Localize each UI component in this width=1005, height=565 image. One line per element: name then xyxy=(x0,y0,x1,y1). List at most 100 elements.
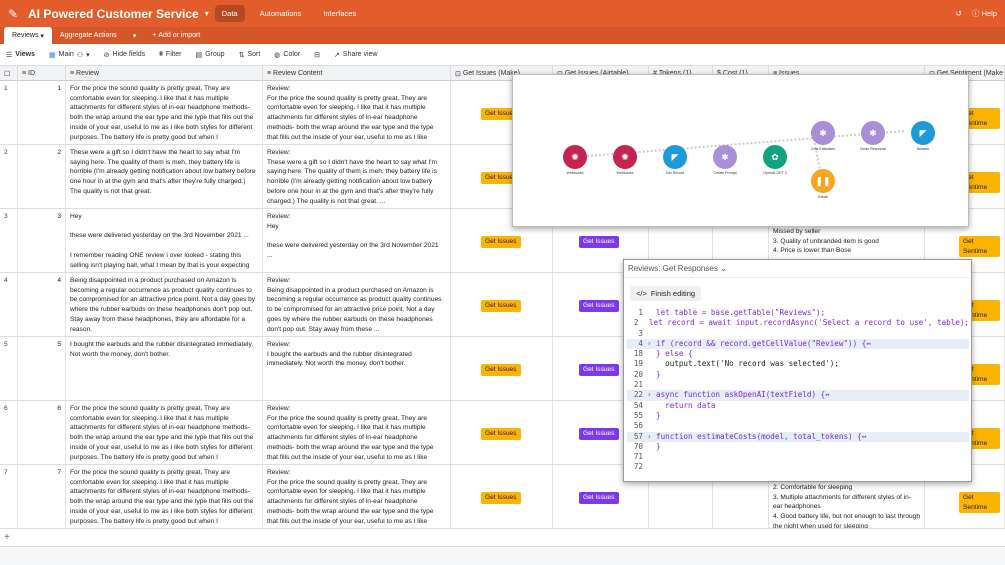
get-sentiment-button[interactable]: Get Sentime xyxy=(959,236,1000,258)
scenario-node-7[interactable]: ◤ xyxy=(911,121,935,145)
code-line[interactable]: 72 xyxy=(627,462,969,472)
fold-chevron-icon[interactable]: › xyxy=(647,339,656,349)
cell-id[interactable]: 2 xyxy=(18,145,66,208)
scenario-node-8[interactable]: ❚❚ xyxy=(811,169,835,193)
code-line[interactable]: 3 xyxy=(627,329,969,339)
chevron-down-icon[interactable]: ⌄ xyxy=(720,264,727,273)
cell-id[interactable]: 7 xyxy=(18,465,66,528)
code-line[interactable]: 55} xyxy=(627,411,969,421)
scenario-node-5[interactable]: ✱ xyxy=(811,121,835,145)
get-issues-make-button[interactable]: Get Issues xyxy=(481,428,521,440)
code-line[interactable]: 56 xyxy=(627,421,969,431)
scenario-node-2[interactable]: ◤ xyxy=(663,145,687,169)
get-issues-make-button[interactable]: Get Issues xyxy=(481,364,521,376)
code-line[interactable]: 70} xyxy=(627,442,969,452)
fold-chevron-icon[interactable]: › xyxy=(647,390,656,400)
share-view-button[interactable]: ↗ Share view xyxy=(334,51,378,59)
cell-id[interactable]: 4 xyxy=(18,273,66,336)
row-height-button[interactable]: ⊟ xyxy=(314,51,320,59)
make-scenario-canvas[interactable]: ✺ Webhooks ✺ Webhooks ◤ Get Record ✱ Create Pro… xyxy=(512,74,969,227)
cell-review[interactable]: Being disappointed in a product purchase… xyxy=(66,273,263,336)
cell-review[interactable]: Hey these were delivered yesterday on th… xyxy=(66,209,263,272)
code-line[interactable]: 20} xyxy=(627,370,969,380)
column-header-review[interactable]: ≡ Review xyxy=(66,66,263,81)
cell-id[interactable]: 3 xyxy=(18,209,66,272)
webhook-icon: ✺ xyxy=(621,151,629,162)
code-line[interactable]: 21 xyxy=(627,380,969,390)
cell-review-content[interactable]: Review: I bought the earbuds and the rubb… xyxy=(263,337,451,400)
code-editor[interactable]: 1 let table = base.getTable("Reviews"); 2 l… xyxy=(627,308,969,478)
color-button[interactable]: ◍ Color xyxy=(274,51,300,59)
cell-review-content[interactable]: Review: Being disappointed in a product p… xyxy=(263,273,451,336)
cell-review[interactable]: For the price the sound quality is prett… xyxy=(66,401,263,464)
scenario-node-4[interactable]: ✿ xyxy=(763,145,787,169)
scenario-node-label: Clean Response xyxy=(859,147,887,151)
chevron-down-icon[interactable]: ▾ xyxy=(205,9,209,18)
code-line[interactable]: 57 › function estimateCosts(model, total_t… xyxy=(627,431,969,442)
code-line[interactable]: 18} else { xyxy=(627,349,969,359)
view-toolbar: ☰ Views ▦ Main ⚇ ▾ ⊘ Hide fields ⩩ Filter ▤ Gro… xyxy=(0,44,1005,66)
table-tabs: Reviews ▾ Aggregate Actions ▾ + Add or i… xyxy=(0,27,1005,44)
filter-button[interactable]: ⩩ Filter xyxy=(159,51,181,59)
scenario-node-1[interactable]: ✺ xyxy=(613,145,637,169)
cell-review[interactable]: I bought the earbuds and the rubber disi… xyxy=(66,337,263,400)
table-tab-reviews[interactable]: Reviews ▾ xyxy=(4,27,52,44)
views-button[interactable]: ☰ Views xyxy=(6,51,35,59)
cell-id[interactable]: 5 xyxy=(18,337,66,400)
table-tab-aggregate-actions[interactable]: Aggregate Actions xyxy=(52,27,125,44)
hide-fields-button[interactable]: ⊘ Hide fields xyxy=(104,51,146,59)
cell-review[interactable]: For the price the sound quality is prett… xyxy=(66,465,263,528)
column-header-id[interactable]: ≡ ID xyxy=(18,66,66,81)
fold-chevron-icon xyxy=(647,380,656,390)
review-content-text: For the price the sound quality is prett… xyxy=(267,414,436,461)
cell-review-content[interactable]: Review: For the price the sound quality i… xyxy=(263,81,451,144)
help-button[interactable]: ⓘ Help xyxy=(972,8,997,19)
scenario-node-0[interactable]: ✺ xyxy=(563,145,587,169)
get-issues-make-button[interactable]: Get Issues xyxy=(481,492,521,504)
sort-button[interactable]: ⇅ Sort xyxy=(239,51,261,59)
cell-id[interactable]: 6 xyxy=(18,401,66,464)
code-line[interactable]: 54 return data xyxy=(627,401,969,411)
cell-review-content[interactable]: Review: Hey these were delivered yesterda… xyxy=(263,209,451,272)
nav-automations[interactable]: Automations xyxy=(253,5,309,22)
cell-review-content[interactable]: Review: For the price the sound quality i… xyxy=(263,401,451,464)
get-issues-airtable-button[interactable]: Get Issues xyxy=(579,300,619,312)
app-title[interactable]: AI Powered Customer Service xyxy=(28,7,199,21)
cell-review-content[interactable]: Review: For the price the sound quality i… xyxy=(263,465,451,528)
code-line[interactable]: 1 let table = base.getTable("Reviews"); xyxy=(627,308,969,318)
group-button[interactable]: ▤ Group xyxy=(195,51,224,59)
history-icon[interactable]: ↺ xyxy=(956,9,962,18)
app-logo-icon[interactable]: ✎ xyxy=(2,0,24,27)
code-line[interactable]: 19 output.text('No record was selected')… xyxy=(627,359,969,369)
get-issues-make-button[interactable]: Get Issues xyxy=(481,300,521,312)
get-issues-make-button[interactable]: Get Issues xyxy=(481,236,521,248)
get-issues-airtable-button[interactable]: Get Issues xyxy=(579,428,619,440)
code-line[interactable]: 2 let record = await input.recordAsync('S… xyxy=(627,318,969,328)
fold-chevron-icon xyxy=(647,462,656,472)
get-issues-airtable-button[interactable]: Get Issues xyxy=(579,364,619,376)
get-issues-airtable-button[interactable]: Get Issues xyxy=(579,492,619,504)
column-header-review-content[interactable]: ≡ Review Content xyxy=(263,66,451,81)
panel-header[interactable]: Reviews: Get Responses ⌄ xyxy=(624,260,971,278)
add-import-button[interactable]: + Add or import xyxy=(144,27,208,44)
code-line[interactable]: 71 xyxy=(627,452,969,462)
chevron-down-icon[interactable]: ▾ xyxy=(40,32,44,40)
fold-chevron-icon[interactable]: › xyxy=(647,432,656,442)
cell-review[interactable]: For the price the sound quality is prett… xyxy=(66,81,263,144)
get-issues-airtable-button[interactable]: Get Issues xyxy=(579,236,619,248)
add-record-button[interactable]: + xyxy=(0,529,1005,547)
cell-id[interactable]: 1 xyxy=(18,81,66,144)
nav-data[interactable]: Data xyxy=(214,5,245,22)
finish-editing-button[interactable]: </> Finish editing xyxy=(630,286,702,301)
scenario-node-3[interactable]: ✱ xyxy=(713,145,737,169)
scenario-node-6[interactable]: ✱ xyxy=(861,121,885,145)
chevron-down-icon[interactable]: ▾ xyxy=(125,27,145,44)
nav-interfaces[interactable]: Interfaces xyxy=(316,5,363,22)
code-line[interactable]: 4 › if (record && record.getCellValue("Rev… xyxy=(627,338,969,350)
view-switcher[interactable]: ▦ Main ⚇ ▾ xyxy=(49,51,90,59)
code-line[interactable]: 22 › async function askOpenAI(textField) {… xyxy=(627,390,969,401)
cell-review[interactable]: These were a gift so I didn't have the h… xyxy=(66,145,263,208)
select-all-checkbox[interactable]: ☐ xyxy=(0,66,18,81)
cell-review-content[interactable]: Review: These were a gift so I didn't hav… xyxy=(263,145,451,208)
get-sentiment-button[interactable]: Get Sentime xyxy=(959,492,1000,514)
